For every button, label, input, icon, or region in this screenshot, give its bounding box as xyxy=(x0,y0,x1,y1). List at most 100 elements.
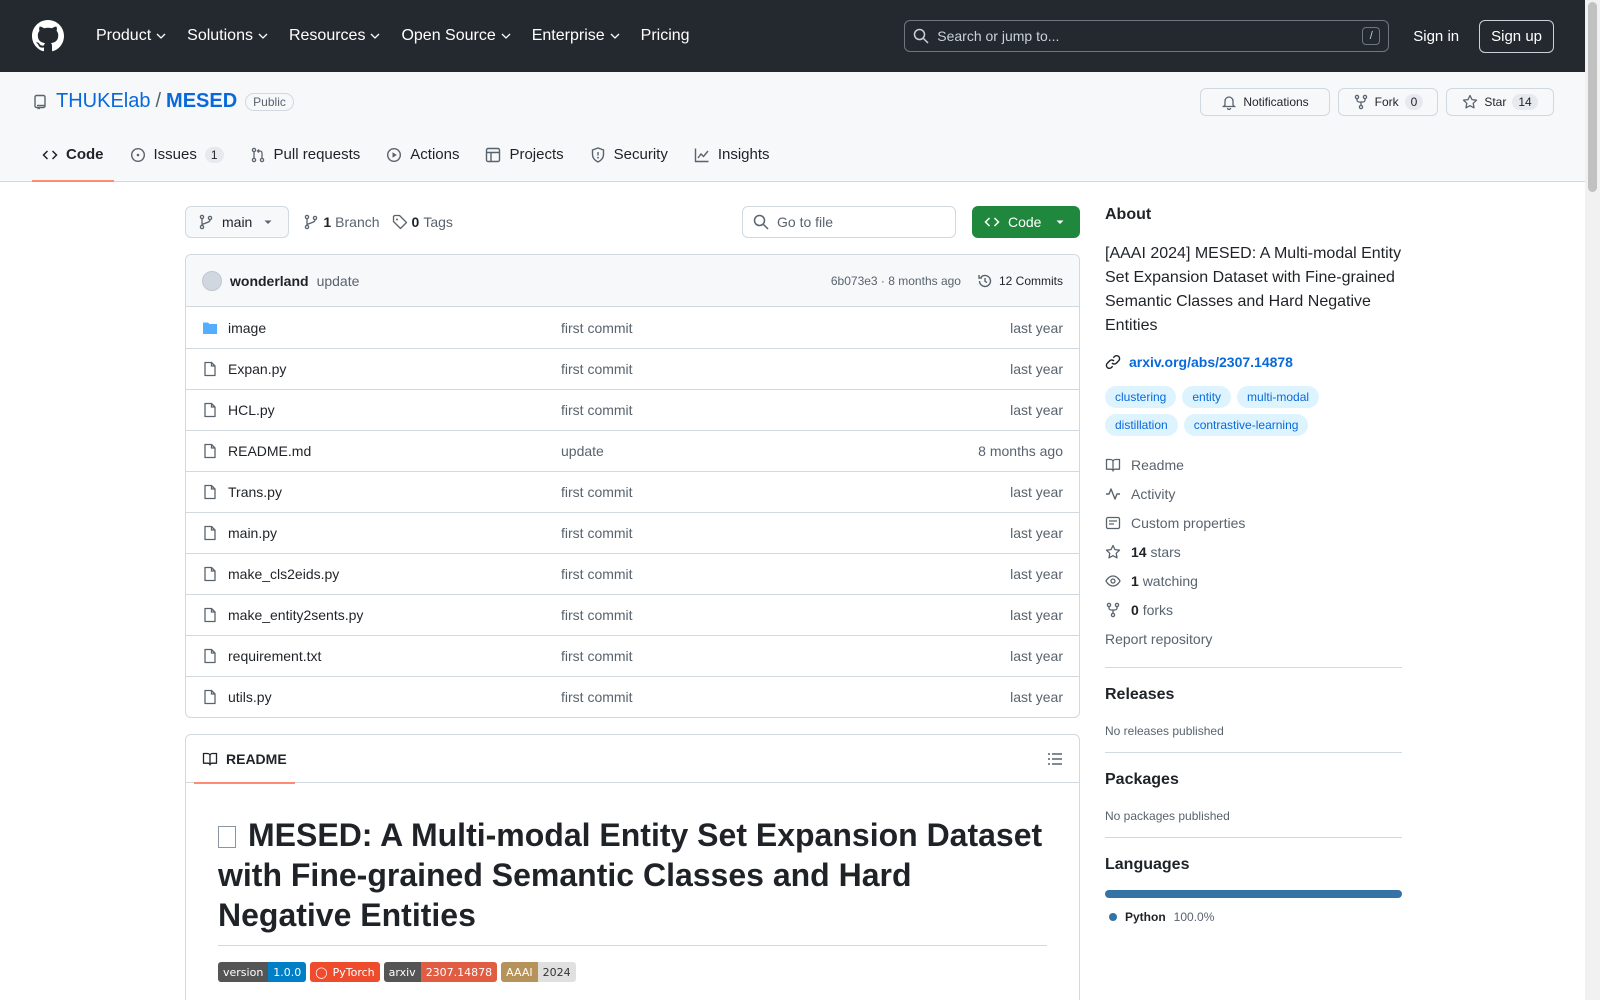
page-scrollbar[interactable] xyxy=(1585,0,1600,1000)
nav-open-source[interactable]: Open Source xyxy=(391,19,521,53)
sign-up-button[interactable]: Sign up xyxy=(1479,19,1554,53)
nav-product[interactable]: Product xyxy=(86,19,177,53)
pull-request-icon xyxy=(251,147,264,162)
tab-pull-requests[interactable]: Pull requests xyxy=(240,146,371,181)
file-name-link[interactable]: requirement.txt xyxy=(228,648,561,664)
file-date: last year xyxy=(1010,607,1063,623)
fork-button[interactable]: Fork 0 xyxy=(1338,88,1438,116)
repo-owner-link[interactable]: THUKElab xyxy=(56,90,150,113)
file-name-link[interactable]: make_entity2sents.py xyxy=(228,607,561,623)
file-name-link[interactable]: Expan.py xyxy=(228,361,561,377)
watching-label: watching xyxy=(1142,572,1198,589)
stars-label: stars xyxy=(1150,543,1181,560)
branches-link[interactable]: 1 Branch xyxy=(303,214,380,230)
tags-link[interactable]: 0 Tags xyxy=(392,214,453,230)
file-name-link[interactable]: utils.py xyxy=(228,689,561,705)
branch-count: 1 xyxy=(323,214,332,230)
code-button-label: Code xyxy=(1008,214,1042,230)
commit-message-link[interactable]: update xyxy=(317,273,360,289)
file-icon xyxy=(204,402,216,418)
branch-icon xyxy=(199,214,213,230)
readme-badge[interactable]: ◯ PyTorch xyxy=(310,962,380,982)
file-name-link[interactable]: README.md xyxy=(228,443,561,459)
file-name-link[interactable]: image xyxy=(228,320,561,336)
tag-count: 0 xyxy=(411,214,420,230)
tab-security[interactable]: Security xyxy=(580,146,678,181)
file-commit-link[interactable]: first commit xyxy=(561,402,633,418)
table-of-contents-icon[interactable] xyxy=(1047,751,1063,767)
file-commit-link[interactable]: first commit xyxy=(561,689,633,705)
pytorch-logo-icon: ◯ xyxy=(310,962,328,982)
heading-anchor-icon[interactable] xyxy=(218,826,236,848)
notifications-button[interactable]: Notifications xyxy=(1200,88,1330,116)
topic-tag[interactable]: distillation xyxy=(1105,414,1178,436)
packages-empty-text: No packages published xyxy=(1105,809,1230,823)
repo-name-link[interactable]: MESED xyxy=(166,90,237,113)
readme-link[interactable]: Readme xyxy=(1105,450,1402,479)
book-icon xyxy=(202,752,218,766)
activity-link[interactable]: Activity xyxy=(1105,479,1402,508)
scrollbar-thumb[interactable] xyxy=(1588,2,1597,192)
readme-title-text: MESED: A Multi-modal Entity Set Expansio… xyxy=(218,817,1043,933)
readme-badge[interactable]: version 1.0.0 xyxy=(218,962,307,982)
topic-tag[interactable]: clustering xyxy=(1105,386,1177,408)
global-search-input[interactable]: Search or jump to... / xyxy=(904,20,1390,52)
file-name-link[interactable]: HCL.py xyxy=(228,402,561,418)
github-logo-icon[interactable] xyxy=(32,20,64,52)
file-date: last year xyxy=(1010,525,1063,541)
commit-author-link[interactable]: wonderland xyxy=(230,273,309,289)
stars-link[interactable]: 14 stars xyxy=(1105,537,1402,566)
file-commit-link[interactable]: update xyxy=(561,443,604,459)
nav-solutions[interactable]: Solutions xyxy=(177,19,279,53)
file-commit-link[interactable]: first commit xyxy=(561,361,633,377)
tab-actions[interactable]: Actions xyxy=(376,146,469,181)
language-item[interactable]: Python 100.0% xyxy=(1105,910,1402,924)
topic-tag[interactable]: multi-modal xyxy=(1237,386,1320,408)
file-commit-link[interactable]: first commit xyxy=(561,648,633,664)
file-date: last year xyxy=(1010,648,1063,664)
tab-code[interactable]: Code xyxy=(32,146,114,182)
watchers-link[interactable]: 1 watching xyxy=(1105,566,1402,595)
branch-label: Branch xyxy=(335,214,380,230)
releases-heading[interactable]: Releases xyxy=(1105,686,1402,704)
tab-projects[interactable]: Projects xyxy=(475,146,573,181)
forks-link[interactable]: 0 forks xyxy=(1105,595,1402,624)
readme-badge[interactable]: arxiv 2307.14878 xyxy=(383,962,498,982)
file-commit-link[interactable]: first commit xyxy=(561,566,633,582)
code-dropdown-button[interactable]: Code xyxy=(972,206,1080,238)
file-commit-link[interactable]: first commit xyxy=(561,320,633,336)
tab-issues[interactable]: Issues 1 xyxy=(120,146,234,181)
nav-enterprise[interactable]: Enterprise xyxy=(522,19,631,53)
file-commit-link[interactable]: first commit xyxy=(561,607,633,623)
packages-heading[interactable]: Packages xyxy=(1105,771,1402,789)
readme-tab[interactable]: README xyxy=(194,735,295,784)
file-commit-link[interactable]: first commit xyxy=(561,484,633,500)
latest-commit-bar: wonderland update 6b073e3 · 8 months ago… xyxy=(186,255,1079,307)
file-name-link[interactable]: Trans.py xyxy=(228,484,561,500)
report-repository-link[interactable]: Report repository xyxy=(1105,624,1402,653)
file-name-link[interactable]: make_cls2eids.py xyxy=(228,566,561,582)
avatar[interactable] xyxy=(202,270,222,291)
star-button[interactable]: Star 14 xyxy=(1446,88,1554,116)
branch-tag-info: 1 Branch 0 Tags xyxy=(303,214,453,230)
sign-in-link[interactable]: Sign in xyxy=(1413,28,1459,45)
file-commit-link[interactable]: first commit xyxy=(561,525,633,541)
packages-section: Packages No packages published xyxy=(1105,752,1402,823)
homepage-link[interactable]: arxiv.org/abs/2307.14878 xyxy=(1105,354,1402,370)
tab-label: Projects xyxy=(509,146,564,163)
tag-label: Tags xyxy=(423,214,453,230)
commits-history-link[interactable]: 12 Commits xyxy=(977,273,1063,289)
topic-tag[interactable]: entity xyxy=(1182,386,1232,408)
go-to-file-input[interactable]: Go to file xyxy=(742,206,956,238)
nav-resources[interactable]: Resources xyxy=(279,19,391,53)
custom-properties-link[interactable]: Custom properties xyxy=(1105,508,1402,537)
branch-select-button[interactable]: main xyxy=(185,206,290,238)
nav-pricing[interactable]: Pricing xyxy=(631,19,700,53)
nav-label: Enterprise xyxy=(531,27,605,44)
watching-count: 1 xyxy=(1131,572,1139,589)
tab-insights[interactable]: Insights xyxy=(684,146,780,181)
file-name-link[interactable]: main.py xyxy=(228,525,561,541)
topic-tag[interactable]: contrastive-learning xyxy=(1183,414,1309,436)
readme-badge[interactable]: AAAI 2024 xyxy=(501,962,576,982)
readme-content: MESED: A Multi-modal Entity Set Expansio… xyxy=(186,783,1079,982)
